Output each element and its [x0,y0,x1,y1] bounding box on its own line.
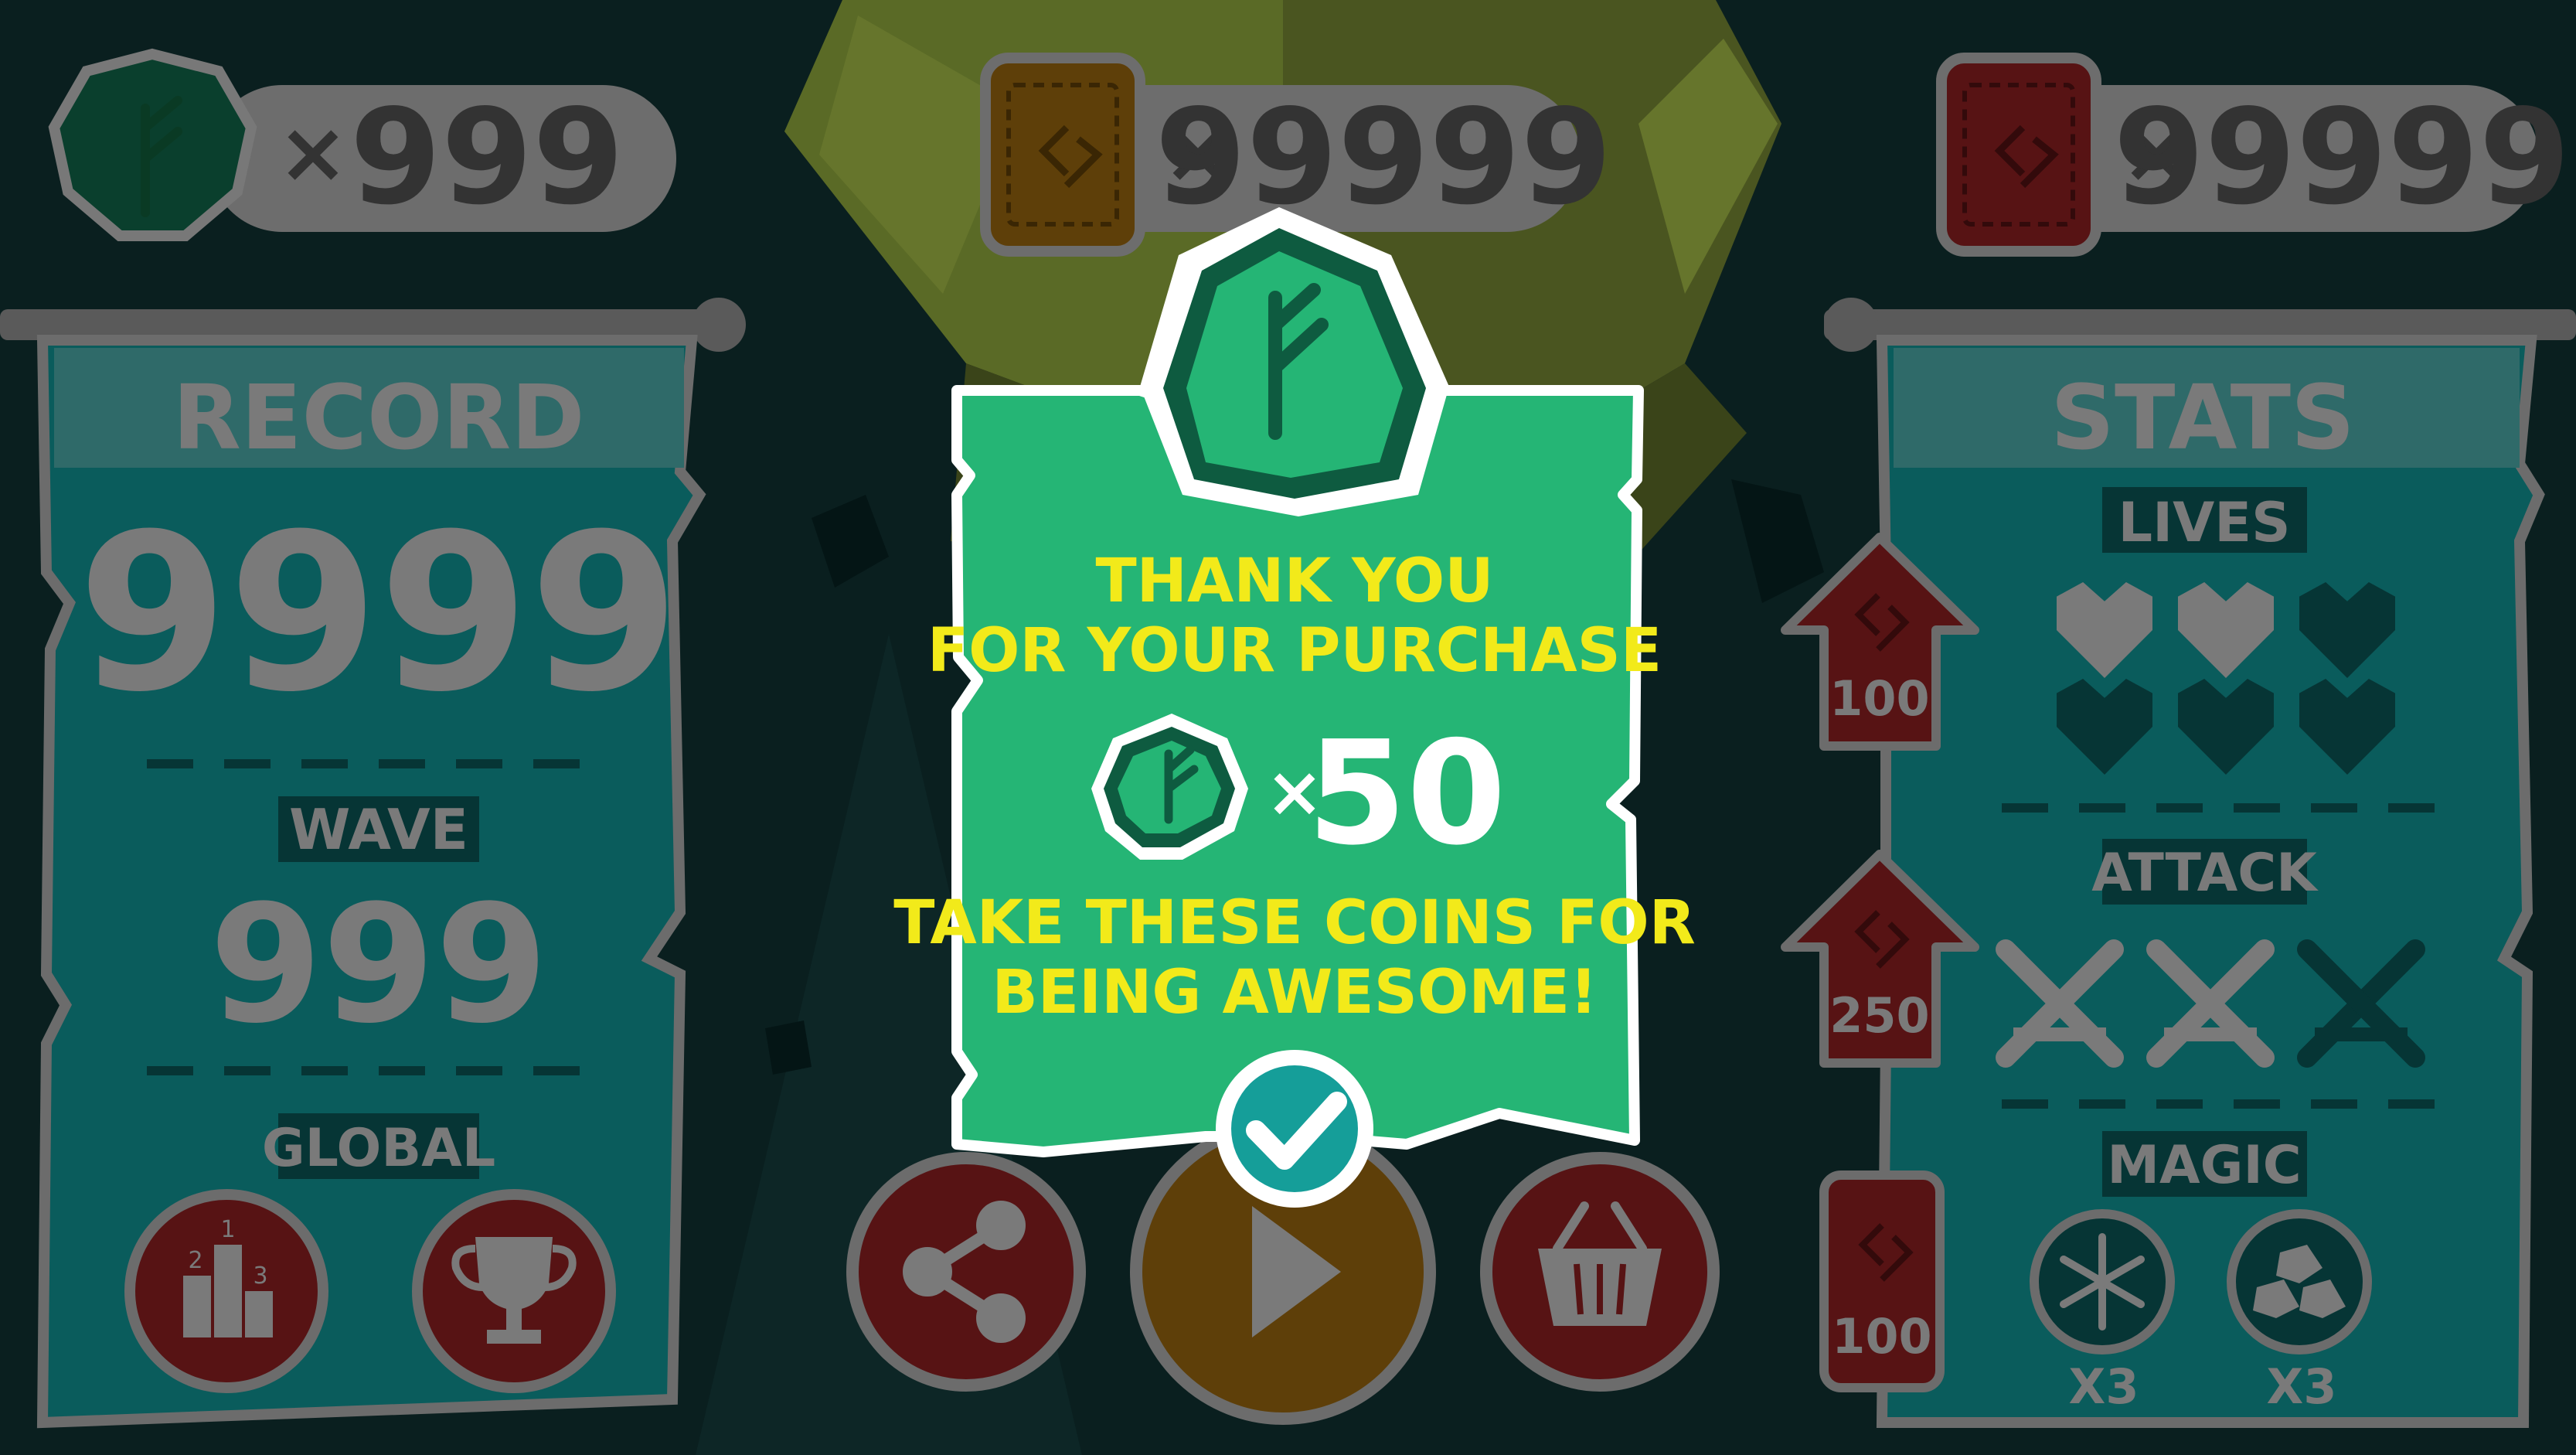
achievements-button[interactable] [412,1189,616,1393]
buy-magic-button[interactable]: 100 [1819,1170,1945,1392]
wave-value: 999 [209,870,548,1059]
record-title: RECORD [172,366,584,470]
coin-count: 999 [350,81,624,234]
podium-label-2: 2 [188,1247,202,1274]
confirm-button[interactable] [1216,1050,1373,1208]
lives-upgrade-cost: 100 [1829,670,1929,727]
podium-label-3: 3 [253,1262,267,1290]
reward-amount: 50 [1307,710,1506,877]
global-label: GLOBAL [262,1118,495,1179]
dialog-title-line1: THANK YOU [1095,547,1493,616]
freeze-count: X3 [2069,1358,2139,1415]
dialog-message-line1: TAKE THESE COINS FOR [893,888,1696,958]
lives-label: LIVES [2118,491,2290,554]
coin-times-symbol: × [277,103,349,202]
coin-counter: × 999 [48,48,676,241]
share-button[interactable] [846,1152,1086,1392]
shop-button[interactable] [1480,1152,1720,1392]
record-panel: RECORD 9999 WAVE 999 GLOBAL 1 2 3 [0,298,746,1429]
red-ticket-count: 99999 [2113,81,2570,234]
red-ticket-counter: × 99999 [1936,53,2571,257]
magic-label: MAGIC [2107,1135,2301,1196]
dialog-title-line2: FOR YOUR PURCHASE [927,616,1662,686]
podium-label-1: 1 [220,1216,235,1243]
attack-label: ATTACK [2091,843,2319,904]
rocks-count: X3 [2267,1358,2337,1415]
magic-cost: 100 [1832,1308,1931,1365]
wave-label: WAVE [289,797,468,862]
record-score: 9999 [77,488,679,740]
game-screen: × 999 × 99999 × 99999 RECORD 9999 WAVE 9… [0,0,2576,1455]
rune-coin-icon [48,48,257,241]
stats-panel: STATS LIVES ATTACK MAGIC X3 X3 100 250 1… [1781,298,2576,1428]
gold-ticket-count: 99999 [1155,81,1611,234]
leaderboard-button[interactable]: 1 2 3 [124,1189,328,1393]
attack-upgrade-cost: 250 [1829,987,1929,1044]
stats-title: STATS [2050,366,2355,470]
dialog-message-line2: BEING AWESOME! [992,958,1597,1027]
